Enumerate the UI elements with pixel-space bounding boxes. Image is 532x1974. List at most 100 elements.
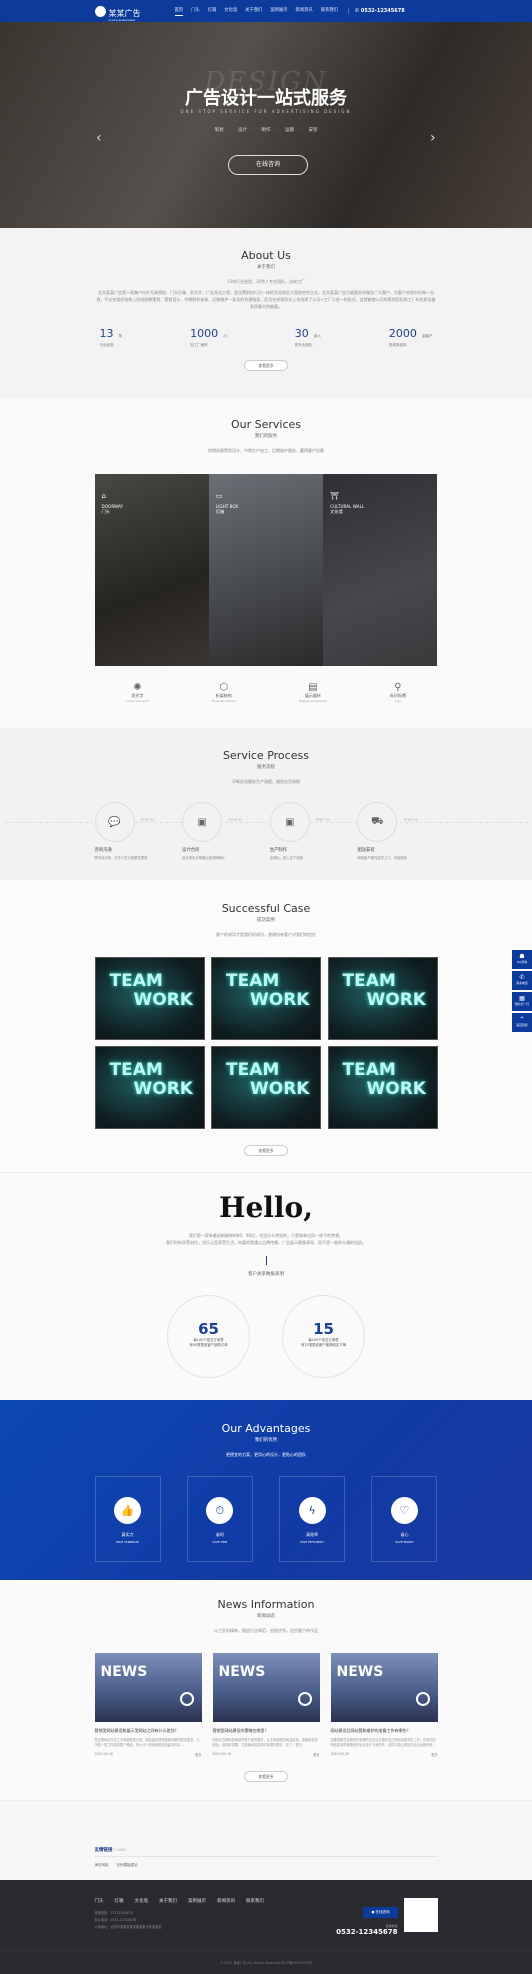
stat-item: 1000 ㎡加工厂面积	[190, 322, 227, 348]
about-more-button[interactable]: 查看更多	[244, 360, 288, 371]
footer-link[interactable]: 门头	[95, 1898, 104, 1904]
floating-sidebar: ☗ QQ咨询 ✆ 联系电话 ▦ 微信扫一扫 ⌃ 返回顶部	[512, 950, 532, 1034]
footer-link[interactable]: 案例展示	[188, 1898, 206, 1904]
stat-unit: 余人	[313, 334, 321, 338]
phone-icon: ✆	[519, 974, 525, 981]
news-headline[interactable]: 营销型网站建设和展示型网站之间有什么差别？	[95, 1728, 202, 1734]
next-slide-icon[interactable]: ›	[430, 130, 436, 146]
service-panel-doorway[interactable]: ⌂ DOORWAY 门头	[94, 474, 209, 666]
logo[interactable]: 某某广告 MOUMOU ADVERTISEMENT	[94, 1, 141, 22]
stat-item: 30 余人 的专业团队	[295, 322, 321, 348]
qq-icon: ☗	[519, 953, 525, 960]
main-nav: 首页 门头 灯箱 文化墙 关于我们 案例展示 新闻资讯 联系我们	[174, 7, 338, 16]
step-number: STEP 03	[315, 818, 331, 822]
service-item-en: sign	[394, 699, 402, 703]
consult-button[interactable]: 在线咨询	[228, 155, 308, 175]
panel-cn: 灯箱	[215, 509, 225, 514]
case-item[interactable]: TEAM WORK	[211, 1046, 321, 1129]
hello-text: 我们时刻享受创作，也乐让您享受生活。你要的是通过品牌传播，广告展示图像表现，而不…	[166, 1240, 366, 1245]
nav-home[interactable]: 首页	[174, 7, 184, 16]
news-more-link[interactable]: 更多	[431, 1752, 437, 1757]
process-step: ▣ STEP 03 生产制作 定稿后，进入生产流程	[269, 802, 350, 860]
qq-button[interactable]: ☗ QQ咨询	[512, 950, 532, 969]
stat-circle: 65 每100个成交订单里 有65笔是老客户回购订单	[167, 1295, 250, 1378]
case-item[interactable]: TEAM WORK	[327, 957, 438, 1040]
phone-number: 0532-12345678	[360, 8, 405, 14]
nav-about[interactable]: 关于我们	[245, 7, 262, 16]
news-card[interactable]: NEWS 营销型网站建设的策略在哪里？ 网站在互联网营销型的有方面的制作，企业营销型…	[212, 1653, 320, 1757]
process-steps: 💬 STEP 01 咨询沟通 联系设计师，业务人员为您解答需求 ▣ STEP 02 设计合…	[4, 802, 528, 860]
nav-contact[interactable]: 联系我们	[321, 7, 338, 16]
advantage-card: 👍 真实力 TRUE STRENGTH	[94, 1476, 161, 1562]
footer-link[interactable]: 灯箱	[115, 1898, 124, 1904]
wechat-button[interactable]: ▦ 微信扫一扫	[512, 992, 532, 1011]
service-items: ✺ 发光字 Luminous word ⬡ 桁架结构 Truss structures …	[95, 682, 438, 703]
about-tagline: 13年行业经验，30余人专业团队，自有工厂	[226, 279, 306, 284]
footer-link[interactable]: 新闻资讯	[217, 1898, 235, 1904]
news-card[interactable]: NEWS 网站建设后网站营和维护的准备工作有哪些？ 如果想要在互联网在营销的企业站点…	[330, 1653, 438, 1757]
panel-cn: 文化墙	[330, 509, 343, 514]
footer-link[interactable]: 关于我们	[159, 1898, 177, 1904]
advantage-name: 高效率	[306, 1532, 319, 1537]
advantage-card: ⏱ 省时 SAVE TIME	[186, 1476, 253, 1562]
friend-link[interactable]: 海右网络	[95, 1863, 109, 1868]
service-panel-culture-wall[interactable]: ⛩ CULTURAL WALL 文化墙	[323, 474, 438, 666]
nav-culture-wall[interactable]: 文化墙	[224, 7, 237, 16]
service-item[interactable]: ▤ 展示器材 Display equipment	[299, 682, 327, 703]
service-item-cn: 发光字	[131, 693, 144, 698]
news-excerpt: 网站在互联网营销型的有方面的制作，企业营销型的网站建设、选题和营型网站。选择好需…	[212, 1738, 318, 1747]
case-item[interactable]: TEAM WORK	[211, 957, 321, 1040]
links-heading: 友情链接 / LINKS	[94, 1847, 438, 1857]
hello-section: Hello, 我们是一家有着创新精神的80、90后，也没什么特别的，只是和每位同…	[0, 1172, 532, 1400]
header: 某某广告 MOUMOU ADVERTISEMENT 首页 门头 灯箱 文化墙 关于…	[0, 0, 532, 22]
prev-slide-icon[interactable]: ‹	[96, 130, 102, 146]
services-gallery: ⌂ DOORWAY 门头 ▭ LIGHT BOX 灯箱 ⛩ CULTURAL WALL 文化…	[94, 474, 438, 666]
nav-cases[interactable]: 案例展示	[270, 7, 287, 16]
friend-link[interactable]: 无忧模板建站	[117, 1863, 138, 1868]
hero-subtitle: ONE STOP SERVICE FOR ADVERTISING DESIGN	[180, 109, 352, 114]
display-icon: ▤	[308, 682, 318, 693]
service-item-en: Luminous word	[126, 699, 149, 703]
production-icon: ▣	[269, 802, 310, 842]
news-headline[interactable]: 网站建设后网站营和维护的准备工作有哪些？	[331, 1728, 438, 1734]
step-name: 咨询沟通	[94, 848, 112, 853]
footer-link[interactable]: 文化墙	[135, 1898, 149, 1904]
service-item[interactable]: ✺ 发光字 Luminous word	[126, 682, 149, 703]
news-more-link[interactable]: 更多	[313, 1752, 319, 1757]
service-item[interactable]: ⚲ 标识标牌 sign	[390, 682, 406, 703]
about-text: 北京某某广告是一家集户内外写真喷绘、门头灯箱、发光字、广告亮化工程、会议策划执行…	[96, 290, 436, 309]
process-section: Service Process 服务流程 不断优化服务生产流程，缩短交货周期 💬…	[0, 728, 532, 880]
stat-circle: 15 每100个成交订单里 有15笔是老客户推荐朋友下单	[282, 1295, 365, 1378]
case-item[interactable]: TEAM WORK	[94, 957, 205, 1040]
footer-link[interactable]: 联系我们	[246, 1898, 264, 1904]
advantages-subtitle: 我们的优势	[254, 1438, 278, 1443]
news-headline[interactable]: 营销型网站建设的策略在哪里？	[213, 1728, 320, 1734]
news-more-button[interactable]: 查看更多	[244, 1771, 288, 1782]
hello-text: 我们是一家有着创新精神的80、90后，也没什么特别的，只是和每位同一样子的梦想。	[188, 1233, 344, 1238]
nav-news[interactable]: 新闻资讯	[296, 7, 313, 16]
news-subtitle: 新闻动态	[257, 1614, 275, 1619]
chat-icon: 💬	[94, 802, 135, 842]
nav-lightbox[interactable]: 灯箱	[208, 7, 217, 16]
news-card[interactable]: NEWS 营销型网站建设和展示型网站之间有什么差别？ 在互联网站开发之中营销型的分类…	[94, 1653, 202, 1757]
case-item[interactable]: TEAM WORK	[94, 1046, 205, 1129]
about-section: About Us 关于我们 13年行业经验，30余人专业团队，自有工厂 北京某某…	[0, 228, 532, 398]
services-section: Our Services 我们的服务 前期创意策划设计，中期生产加工，后期维护服…	[0, 398, 532, 728]
cases-more-button[interactable]: 查看更多	[244, 1145, 288, 1156]
stat-label: 的专业团队	[294, 343, 313, 347]
hero-step: 制作	[261, 128, 271, 133]
news-list: NEWS 营销型网站建设和展示型网站之间有什么差别？ 在互联网站开发之中营销型的分类…	[94, 1653, 438, 1757]
service-item[interactable]: ⬡ 桁架结构 Truss structures	[212, 682, 236, 703]
online-consult-button[interactable]: ● 在线咨询	[363, 1907, 398, 1918]
back-to-top-button[interactable]: ⌃ 返回顶部	[512, 1013, 532, 1032]
nav-doorway[interactable]: 门头	[191, 7, 200, 16]
stat-label: 加工厂面积	[190, 343, 208, 347]
phone-button[interactable]: ✆ 联系电话	[512, 971, 532, 990]
storefront-icon: ⌂	[101, 492, 106, 500]
case-item[interactable]: TEAM WORK	[327, 1046, 438, 1129]
news-more-link[interactable]: 更多	[195, 1752, 201, 1757]
news-image: NEWS	[94, 1653, 202, 1722]
service-panel-lightbox[interactable]: ▭ LIGHT BOX 灯箱	[208, 474, 324, 666]
step-desc: 定稿后，进入生产流程	[269, 856, 303, 860]
top-icon: ⌃	[519, 1016, 525, 1023]
